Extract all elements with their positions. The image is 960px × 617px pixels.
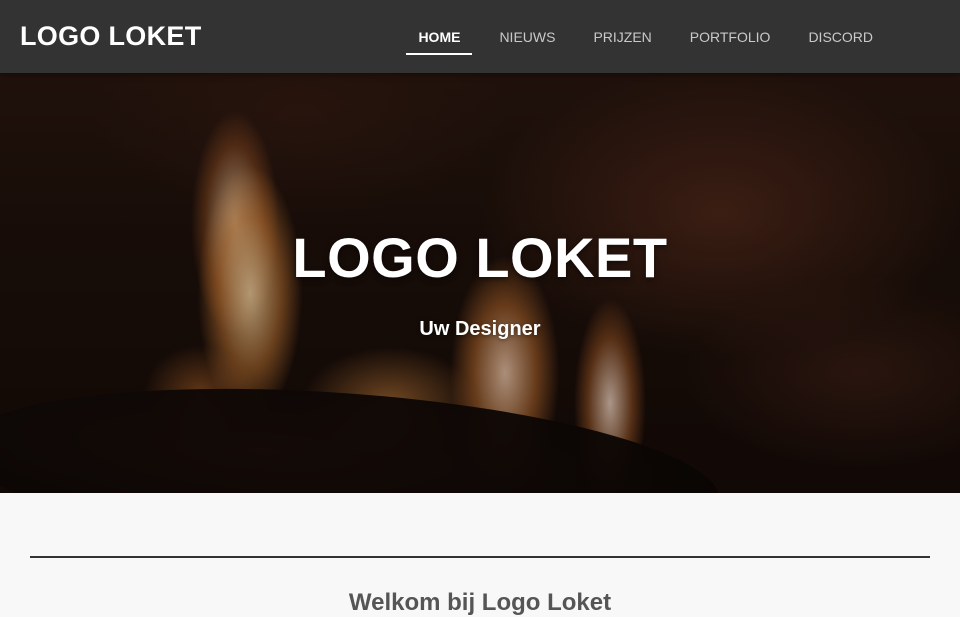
nav-item-discord[interactable]: DISCORD <box>789 0 892 73</box>
main-content: Welkom bij Logo Loket <box>0 493 960 616</box>
nav-item-label: PORTFOLIO <box>689 28 771 45</box>
nav-item-label: HOME <box>418 28 461 45</box>
nav-item-label: NIEUWS <box>499 28 556 45</box>
hero-content: LOGO LOKET Uw Designer <box>0 73 960 493</box>
hero-banner: LOGO LOKET Uw Designer <box>0 73 960 493</box>
main-nav: HOME NIEUWS PRIJZEN PORTFOLIO DISCORD <box>406 0 892 73</box>
nav-item-prijzen[interactable]: PRIJZEN <box>574 0 670 73</box>
nav-item-label: PRIJZEN <box>593 28 652 45</box>
hero-subtitle: Uw Designer <box>419 318 541 340</box>
hero-title: LOGO LOKET <box>292 226 668 289</box>
top-navbar: LOGO LOKET HOME NIEUWS PRIJZEN PORTFOLIO… <box>0 0 960 73</box>
nav-item-nieuws[interactable]: NIEUWS <box>480 0 574 73</box>
nav-item-home[interactable]: HOME <box>406 0 473 73</box>
section-divider <box>30 556 930 558</box>
nav-item-portfolio[interactable]: PORTFOLIO <box>671 0 790 73</box>
active-underline <box>406 53 473 55</box>
section-heading: Welkom bij Logo Loket <box>348 589 612 616</box>
nav-item-label: DISCORD <box>808 28 873 45</box>
brand-logo-link[interactable]: LOGO LOKET <box>20 21 202 52</box>
